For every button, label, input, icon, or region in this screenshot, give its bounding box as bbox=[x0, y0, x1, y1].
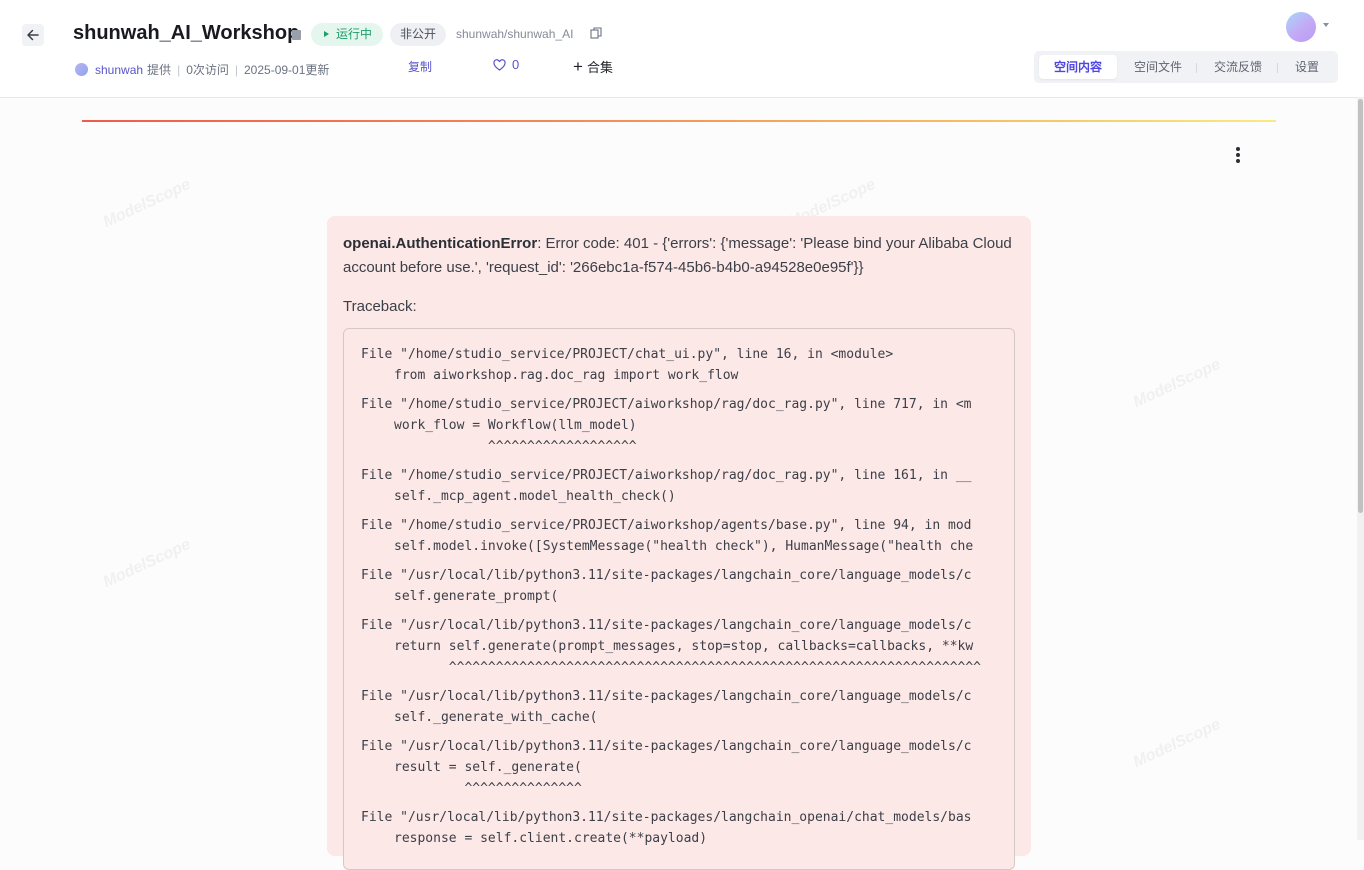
traceback-file-line: File "/usr/local/lib/python3.11/site-pac… bbox=[361, 739, 972, 754]
traceback-file-line: File "/usr/local/lib/python3.11/site-pac… bbox=[361, 618, 972, 633]
traceback-code-line: result = self._generate( bbox=[394, 760, 582, 775]
traceback-code-line: ^^^^^^^^^^^^^^^ bbox=[394, 781, 582, 796]
author-avatar bbox=[75, 63, 88, 76]
top-header: shunwah_AI_Workshop 运行中 非公开 shunwah/shun… bbox=[0, 0, 1364, 98]
meta-divider: | bbox=[177, 62, 181, 77]
status-badge: 运行中 bbox=[311, 23, 384, 46]
provided-label: 提供 bbox=[147, 63, 172, 77]
traceback-code-line: self._generate_with_cache( bbox=[394, 710, 598, 725]
user-avatar[interactable] bbox=[1286, 12, 1316, 42]
kebab-dot bbox=[1236, 153, 1240, 157]
traceback-file-line: File "/usr/local/lib/python3.11/site-pac… bbox=[361, 568, 972, 583]
visit-count: 0次访问 bbox=[186, 63, 229, 77]
traceback-file-line: File "/home/studio_service/PROJECT/aiwor… bbox=[361, 518, 972, 533]
traceback-code-line: ^^^^^^^^^^^^^^^^^^^ bbox=[394, 439, 637, 454]
traceback-code-line: return self.generate(prompt_messages, st… bbox=[394, 639, 974, 654]
traceback-code-line: work_flow = Workflow(llm_model) bbox=[394, 418, 637, 433]
tab-space-content[interactable]: 空间内容 bbox=[1039, 55, 1117, 79]
tab-feedback[interactable]: 交流反馈 bbox=[1200, 55, 1276, 79]
traceback-lines: File "/home/studio_service/PROJECT/chat_… bbox=[361, 344, 981, 857]
traceback-frame: File "/home/studio_service/PROJECT/aiwor… bbox=[361, 465, 981, 507]
traceback-file-line: File "/home/studio_service/PROJECT/aiwor… bbox=[361, 468, 972, 483]
traceback-file-line: File "/home/studio_service/PROJECT/chat_… bbox=[361, 347, 894, 362]
plus-icon: + bbox=[573, 57, 583, 76]
traceback-frame: File "/home/studio_service/PROJECT/aiwor… bbox=[361, 394, 981, 457]
traceback-box[interactable]: File "/home/studio_service/PROJECT/chat_… bbox=[343, 328, 1015, 870]
updated-date: 2025-09-01更新 bbox=[244, 63, 330, 77]
chevron-down-icon[interactable] bbox=[1323, 23, 1329, 27]
repo-path: shunwah/shunwah_AI bbox=[456, 27, 574, 41]
error-message: openai.AuthenticationError: Error code: … bbox=[343, 232, 1013, 280]
traceback-file-line: File "/usr/local/lib/python3.11/site-pac… bbox=[361, 689, 972, 704]
watermark: ModelScope bbox=[1131, 716, 1224, 772]
traceback-code-line: ^^^^^^^^^^^^^^^^^^^^^^^^^^^^^^^^^^^^^^^^… bbox=[394, 660, 981, 675]
status-label: 运行中 bbox=[336, 27, 373, 41]
copy-space-button[interactable]: 复制 bbox=[408, 58, 432, 75]
traceback-frame: File "/usr/local/lib/python3.11/site-pac… bbox=[361, 615, 981, 678]
space-meta: shunwah 提供 | 0次访问 | 2025-09-01更新 bbox=[75, 61, 329, 78]
play-icon bbox=[324, 31, 329, 37]
collect-label: 合集 bbox=[586, 60, 613, 75]
traceback-file-line: File "/home/studio_service/PROJECT/aiwor… bbox=[361, 397, 972, 412]
like-count: 0 bbox=[512, 57, 520, 72]
meta-divider: | bbox=[234, 62, 238, 77]
space-tabs: 空间内容 空间文件 交流反馈 设置 bbox=[1034, 51, 1338, 83]
traceback-code-line: self.model.invoke([SystemMessage("health… bbox=[394, 539, 974, 554]
traceback-frame: File "/usr/local/lib/python3.11/site-pac… bbox=[361, 565, 981, 607]
error-type: openai.AuthenticationError bbox=[343, 235, 538, 252]
visibility-badge: 非公开 bbox=[390, 23, 447, 46]
traceback-file-line: File "/usr/local/lib/python3.11/site-pac… bbox=[361, 810, 972, 825]
private-lock-icon bbox=[292, 30, 301, 40]
author-link[interactable]: shunwah bbox=[95, 63, 143, 77]
scrollbar-thumb[interactable] bbox=[1358, 99, 1363, 513]
traceback-code-line: response = self.client.create(**payload) bbox=[394, 831, 708, 846]
kebab-dot bbox=[1236, 147, 1240, 151]
traceback-frame: File "/usr/local/lib/python3.11/site-pac… bbox=[361, 736, 981, 799]
traceback-frame: File "/usr/local/lib/python3.11/site-pac… bbox=[361, 807, 981, 849]
traceback-code-line: self._mcp_agent.model_health_check() bbox=[394, 489, 676, 504]
tab-divider bbox=[1196, 63, 1197, 73]
add-to-collection-button[interactable]: + 合集 bbox=[573, 57, 613, 76]
back-button[interactable] bbox=[22, 24, 44, 46]
traceback-frame: File "/home/studio_service/PROJECT/chat_… bbox=[361, 344, 981, 386]
like-button[interactable]: 0 bbox=[493, 57, 519, 72]
page-title: shunwah_AI_Workshop bbox=[73, 22, 300, 44]
heart-icon bbox=[493, 58, 506, 71]
watermark: ModelScope bbox=[101, 176, 194, 232]
tab-settings[interactable]: 设置 bbox=[1282, 55, 1332, 79]
tab-space-files[interactable]: 空间文件 bbox=[1122, 55, 1194, 79]
copy-icon[interactable] bbox=[590, 27, 602, 39]
traceback-frame: File "/usr/local/lib/python3.11/site-pac… bbox=[361, 686, 981, 728]
error-card: openai.AuthenticationError: Error code: … bbox=[327, 216, 1031, 870]
traceback-code-line: from aiworkshop.rag.doc_rag import work_… bbox=[394, 368, 739, 383]
more-options-button[interactable] bbox=[1230, 146, 1246, 166]
traceback-frame: File "/home/studio_service/PROJECT/aiwor… bbox=[361, 515, 981, 557]
kebab-dot bbox=[1236, 159, 1240, 163]
watermark: ModelScope bbox=[101, 536, 194, 592]
loading-gradient-bar bbox=[82, 120, 1276, 122]
traceback-code-line: self.generate_prompt( bbox=[394, 589, 559, 604]
watermark: ModelScope bbox=[1131, 356, 1224, 412]
tab-divider bbox=[1277, 63, 1278, 73]
traceback-label: Traceback: bbox=[343, 298, 417, 315]
arrow-left-icon bbox=[27, 29, 39, 41]
